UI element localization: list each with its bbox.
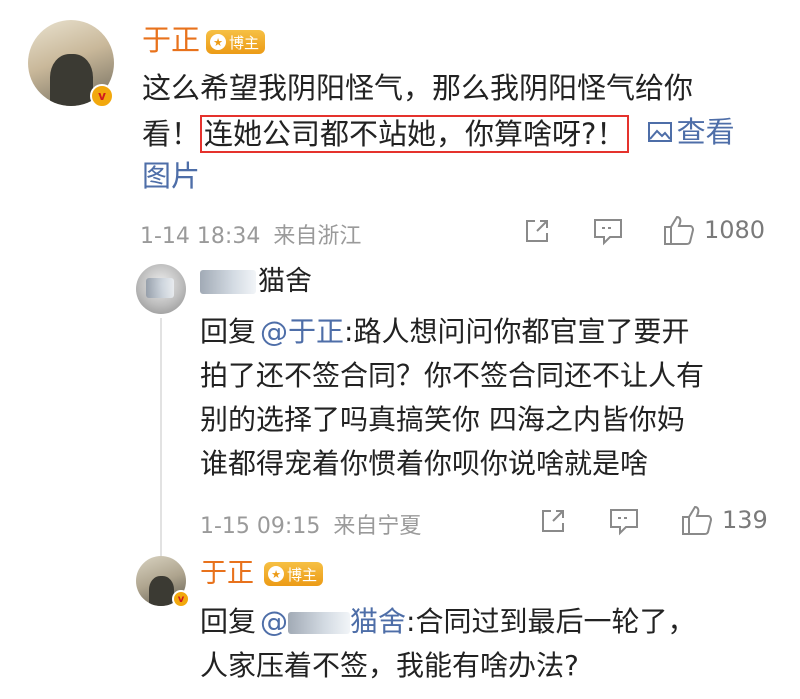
post-text-line2: 看！ 连她公司都不站她，你算啥呀?！ 查看: [142, 110, 735, 156]
comment-icon: [610, 509, 638, 536]
reply2-text-line2: 人家压着不签，我能有啥办法?: [200, 649, 579, 682]
view-image-link[interactable]: 查看: [647, 110, 735, 154]
reply1-like-count: 139: [722, 506, 768, 534]
like-button[interactable]: 1080: [662, 214, 765, 246]
share-icon: [526, 220, 548, 242]
blogger-badge: ★ 博主: [206, 30, 266, 54]
author-name[interactable]: 于正: [142, 26, 200, 55]
reply1-text-line2: 拍了还不签合同？你不签合同还不让人有: [200, 359, 705, 392]
reply1-text-line4: 谁都得宠着你惯着你呗你说啥就是啥: [200, 447, 649, 480]
post-timestamp: 1-14 18:34: [140, 224, 261, 249]
mention-link[interactable]: @于正: [260, 315, 344, 348]
comment-button[interactable]: [592, 216, 624, 246]
reply1-text-line1: 回复 @于正:路人想问问你都官宣了要开: [200, 315, 690, 348]
comment-icon: [594, 219, 622, 246]
view-image-link-continued[interactable]: 图片: [142, 154, 200, 198]
reply2-text-line1: 回复 @ 猫舍:合同过到最后一轮了，: [200, 605, 696, 638]
blogger-badge-icon: ★: [268, 566, 284, 582]
reply1-like-button[interactable]: 139: [680, 504, 768, 536]
reply2-verified-badge-icon: v: [172, 590, 190, 608]
thumbs-up-icon: [664, 215, 695, 245]
share-icon: [542, 510, 564, 532]
reply2-author[interactable]: 于正: [200, 560, 254, 587]
reply1-source: 来自宁夏: [333, 514, 422, 539]
post-meta: 1-14 18:34 来自浙江: [140, 218, 361, 250]
reply-avatar[interactable]: [136, 264, 186, 314]
thread-line: [160, 318, 162, 558]
reply1-comment-button[interactable]: [608, 506, 640, 536]
reply1-author[interactable]: 猫舍: [200, 268, 312, 295]
reply1-share-button[interactable]: [538, 506, 568, 536]
reply2-mention-name[interactable]: 猫舍: [350, 605, 406, 638]
thumbs-up-icon: [682, 505, 713, 535]
reply2-mention-link[interactable]: @: [260, 605, 351, 638]
post-source: 来自浙江: [273, 224, 362, 249]
obscured-author-prefix: [200, 269, 256, 294]
image-icon: [647, 122, 672, 142]
obscured-region: [146, 278, 174, 298]
like-count: 1080: [704, 216, 766, 244]
reply1-meta: 1-15 09:15 来自宁夏: [200, 508, 421, 540]
verified-badge-icon: v: [90, 84, 114, 108]
obscured-mention: [288, 612, 351, 634]
post-text-line1: 这么希望我阴阳怪气，那么我阴阳怪气给你: [142, 71, 694, 105]
reply2-blogger-badge: ★ 博主: [264, 562, 324, 586]
highlighted-text: 连她公司都不站她，你算啥呀?！: [200, 115, 630, 153]
share-button[interactable]: [522, 216, 552, 246]
reply1-text-line3: 别的选择了吗真搞笑你 四海之内皆你妈: [200, 403, 685, 436]
reply1-timestamp: 1-15 09:15: [200, 514, 321, 539]
blogger-badge-icon: ★: [210, 34, 226, 50]
